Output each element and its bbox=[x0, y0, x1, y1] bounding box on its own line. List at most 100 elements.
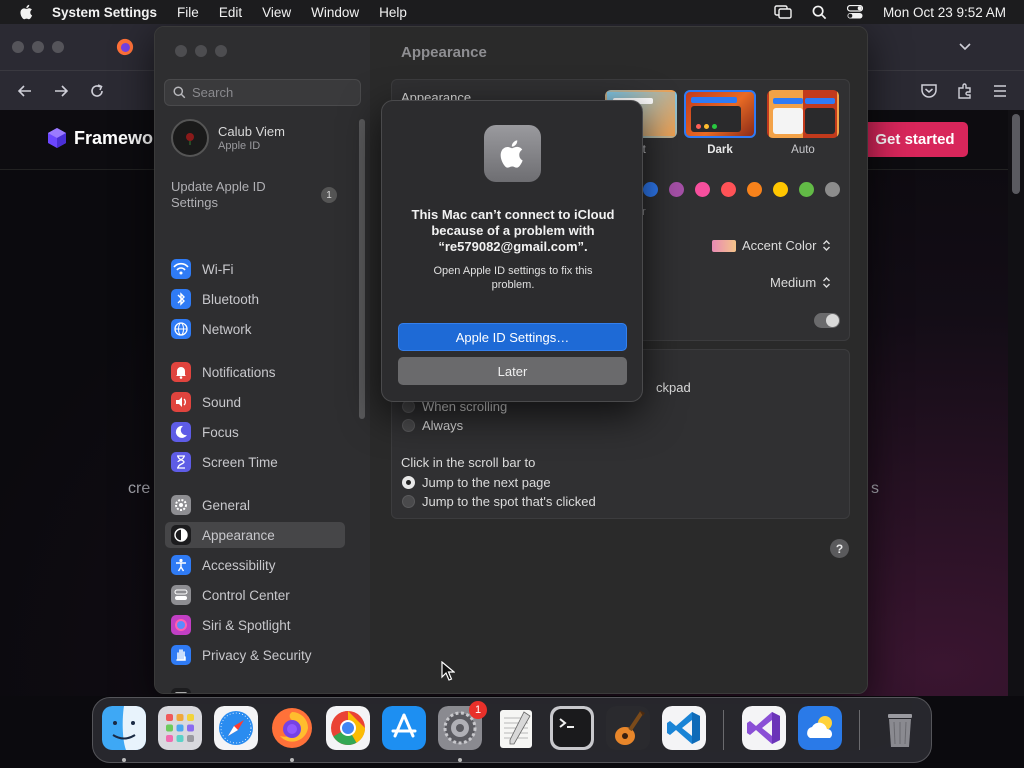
radio-label: Always bbox=[422, 418, 464, 433]
menu-help[interactable]: Help bbox=[379, 5, 407, 20]
spotlight-search-icon[interactable] bbox=[812, 5, 827, 20]
page-hero-text-left: cre bbox=[128, 480, 151, 497]
menu-edit[interactable]: Edit bbox=[219, 5, 242, 20]
highlight-color-popup[interactable]: Accent Color bbox=[712, 238, 831, 253]
accent-color-swatch-6[interactable] bbox=[773, 182, 788, 197]
garageband-icon[interactable] bbox=[606, 706, 650, 750]
theme-auto-option[interactable]: Auto bbox=[767, 90, 839, 156]
menu-window[interactable]: Window bbox=[311, 5, 359, 20]
terminal-icon[interactable] bbox=[550, 706, 594, 750]
search-input[interactable] bbox=[192, 85, 352, 100]
jump-to-spot-radio[interactable]: Jump to the spot that's clicked bbox=[402, 494, 596, 509]
sidebar-search[interactable] bbox=[164, 79, 361, 106]
accent-color-swatch-3[interactable] bbox=[695, 182, 710, 197]
tab-list-chevron-icon[interactable] bbox=[958, 39, 972, 53]
radio-circle bbox=[402, 476, 415, 489]
sidebar-item-network[interactable]: Network bbox=[165, 316, 345, 342]
trash-icon[interactable] bbox=[878, 706, 922, 750]
sidebar-item-accessibility[interactable]: Accessibility bbox=[165, 552, 345, 578]
visual-studio-icon[interactable] bbox=[742, 706, 786, 750]
highlight-color-value: Accent Color bbox=[742, 238, 817, 253]
sidebar-item-privacy-security[interactable]: Privacy & Security bbox=[165, 642, 345, 668]
apple-menu-icon[interactable] bbox=[18, 3, 36, 21]
extensions-icon[interactable] bbox=[956, 82, 974, 100]
update-apple-id-item[interactable]: Update Apple ID Settings bbox=[171, 179, 291, 211]
accent-color-swatch-8[interactable] bbox=[825, 182, 840, 197]
sidebar-item-desktop-dock[interactable]: Desktop & Dock bbox=[165, 685, 345, 693]
avatar-rose-icon bbox=[186, 133, 194, 145]
sidebar-item-appearance[interactable]: Appearance bbox=[165, 522, 345, 548]
chrome-icon[interactable] bbox=[326, 706, 370, 750]
sidebar-item-label: Siri & Spotlight bbox=[202, 617, 291, 633]
site-brand-text: Framewo bbox=[74, 127, 154, 148]
radio-label: Jump to the next page bbox=[422, 475, 551, 490]
control-center-icon bbox=[171, 585, 191, 605]
menubar-clock[interactable]: Mon Oct 23 9:52 AM bbox=[883, 5, 1006, 20]
sidebar-item-screen-time[interactable]: Screen Time bbox=[165, 449, 345, 475]
finder-running-indicator bbox=[122, 758, 126, 762]
wallpaper-tinting-toggle[interactable] bbox=[814, 313, 840, 328]
menu-app-name[interactable]: System Settings bbox=[52, 5, 157, 20]
sidebar-item-focus[interactable]: Focus bbox=[165, 419, 345, 445]
browser-zoom-button[interactable] bbox=[52, 41, 64, 53]
settings-zoom-button[interactable] bbox=[215, 45, 227, 57]
menu-view[interactable]: View bbox=[262, 5, 291, 20]
jump-next-page-radio[interactable]: Jump to the next page bbox=[402, 475, 551, 490]
sidebar-item-general[interactable]: General bbox=[165, 492, 345, 518]
sidebar-item-label: General bbox=[202, 497, 251, 513]
apple-id-account[interactable]: Calub Viem Apple ID bbox=[171, 119, 285, 157]
vscode-icon[interactable] bbox=[662, 706, 706, 750]
dock: 1 bbox=[92, 697, 932, 763]
sidebar-item-control-center[interactable]: Control Center bbox=[165, 582, 345, 608]
sidebar-item-bluetooth[interactable]: Bluetooth bbox=[165, 286, 345, 312]
accent-color-swatch-7[interactable] bbox=[799, 182, 814, 197]
sidebar-item-label: Notifications bbox=[202, 364, 276, 380]
hamburger-menu-icon[interactable] bbox=[992, 82, 1008, 100]
weather-icon[interactable] bbox=[798, 706, 842, 750]
screen-mirroring-icon[interactable] bbox=[774, 5, 792, 19]
sidebar-item-notifications[interactable]: Notifications bbox=[165, 359, 345, 385]
theme-dark-option[interactable]: Dark bbox=[684, 90, 756, 156]
user-name: Calub Viem bbox=[218, 124, 285, 139]
apple-id-settings-button[interactable]: Apple ID Settings… bbox=[398, 323, 627, 351]
forward-arrow-icon[interactable] bbox=[52, 82, 70, 100]
accent-color-swatch-4[interactable] bbox=[721, 182, 736, 197]
hourglass-icon bbox=[171, 452, 191, 472]
pocket-icon[interactable] bbox=[920, 82, 938, 100]
help-button[interactable]: ? bbox=[830, 539, 849, 558]
sidebar-scrollbar[interactable] bbox=[359, 119, 365, 419]
settings-close-button[interactable] bbox=[175, 45, 187, 57]
site-brand[interactable]: Framewo bbox=[46, 127, 153, 149]
launchpad-icon[interactable] bbox=[158, 706, 202, 750]
sidebar-item-siri-spotlight[interactable]: Siri & Spotlight bbox=[165, 612, 345, 638]
finder-icon[interactable] bbox=[102, 706, 146, 750]
menu-file[interactable]: File bbox=[177, 5, 199, 20]
accent-color-swatch-1[interactable] bbox=[643, 182, 658, 197]
browser-minimize-button[interactable] bbox=[32, 41, 44, 53]
later-button[interactable]: Later bbox=[398, 357, 627, 385]
back-arrow-icon[interactable] bbox=[16, 82, 34, 100]
safari-icon[interactable] bbox=[214, 706, 258, 750]
sidebar-item-sound[interactable]: Sound bbox=[165, 389, 345, 415]
app-store-icon[interactable] bbox=[382, 706, 426, 750]
textedit-icon[interactable] bbox=[494, 706, 538, 750]
control-center-icon[interactable] bbox=[846, 5, 863, 19]
scroll-always-radio[interactable]: Always bbox=[402, 418, 463, 433]
updown-chevron-icon bbox=[823, 240, 831, 251]
sidebar-item-label: Wi-Fi bbox=[202, 261, 234, 277]
page-scrollbar-thumb[interactable] bbox=[1012, 114, 1020, 194]
page-scrollbar-track[interactable] bbox=[1008, 110, 1024, 696]
sidebar-icon-size-popup[interactable]: Medium bbox=[770, 275, 831, 290]
settings-minimize-button[interactable] bbox=[195, 45, 207, 57]
system-settings-badge: 1 bbox=[469, 701, 487, 719]
sidebar-item-wi-fi[interactable]: Wi-Fi bbox=[165, 256, 345, 282]
sidebar-item-label: Network bbox=[202, 321, 252, 337]
reload-icon[interactable] bbox=[88, 82, 106, 100]
accent-color-swatch-5[interactable] bbox=[747, 182, 762, 197]
get-started-button[interactable]: Get started bbox=[862, 122, 968, 157]
framework-logo-icon bbox=[48, 128, 66, 148]
firefox-tab-icon[interactable] bbox=[116, 38, 134, 56]
firefox-icon[interactable] bbox=[270, 706, 314, 750]
accent-color-swatch-2[interactable] bbox=[669, 182, 684, 197]
browser-close-button[interactable] bbox=[12, 41, 24, 53]
